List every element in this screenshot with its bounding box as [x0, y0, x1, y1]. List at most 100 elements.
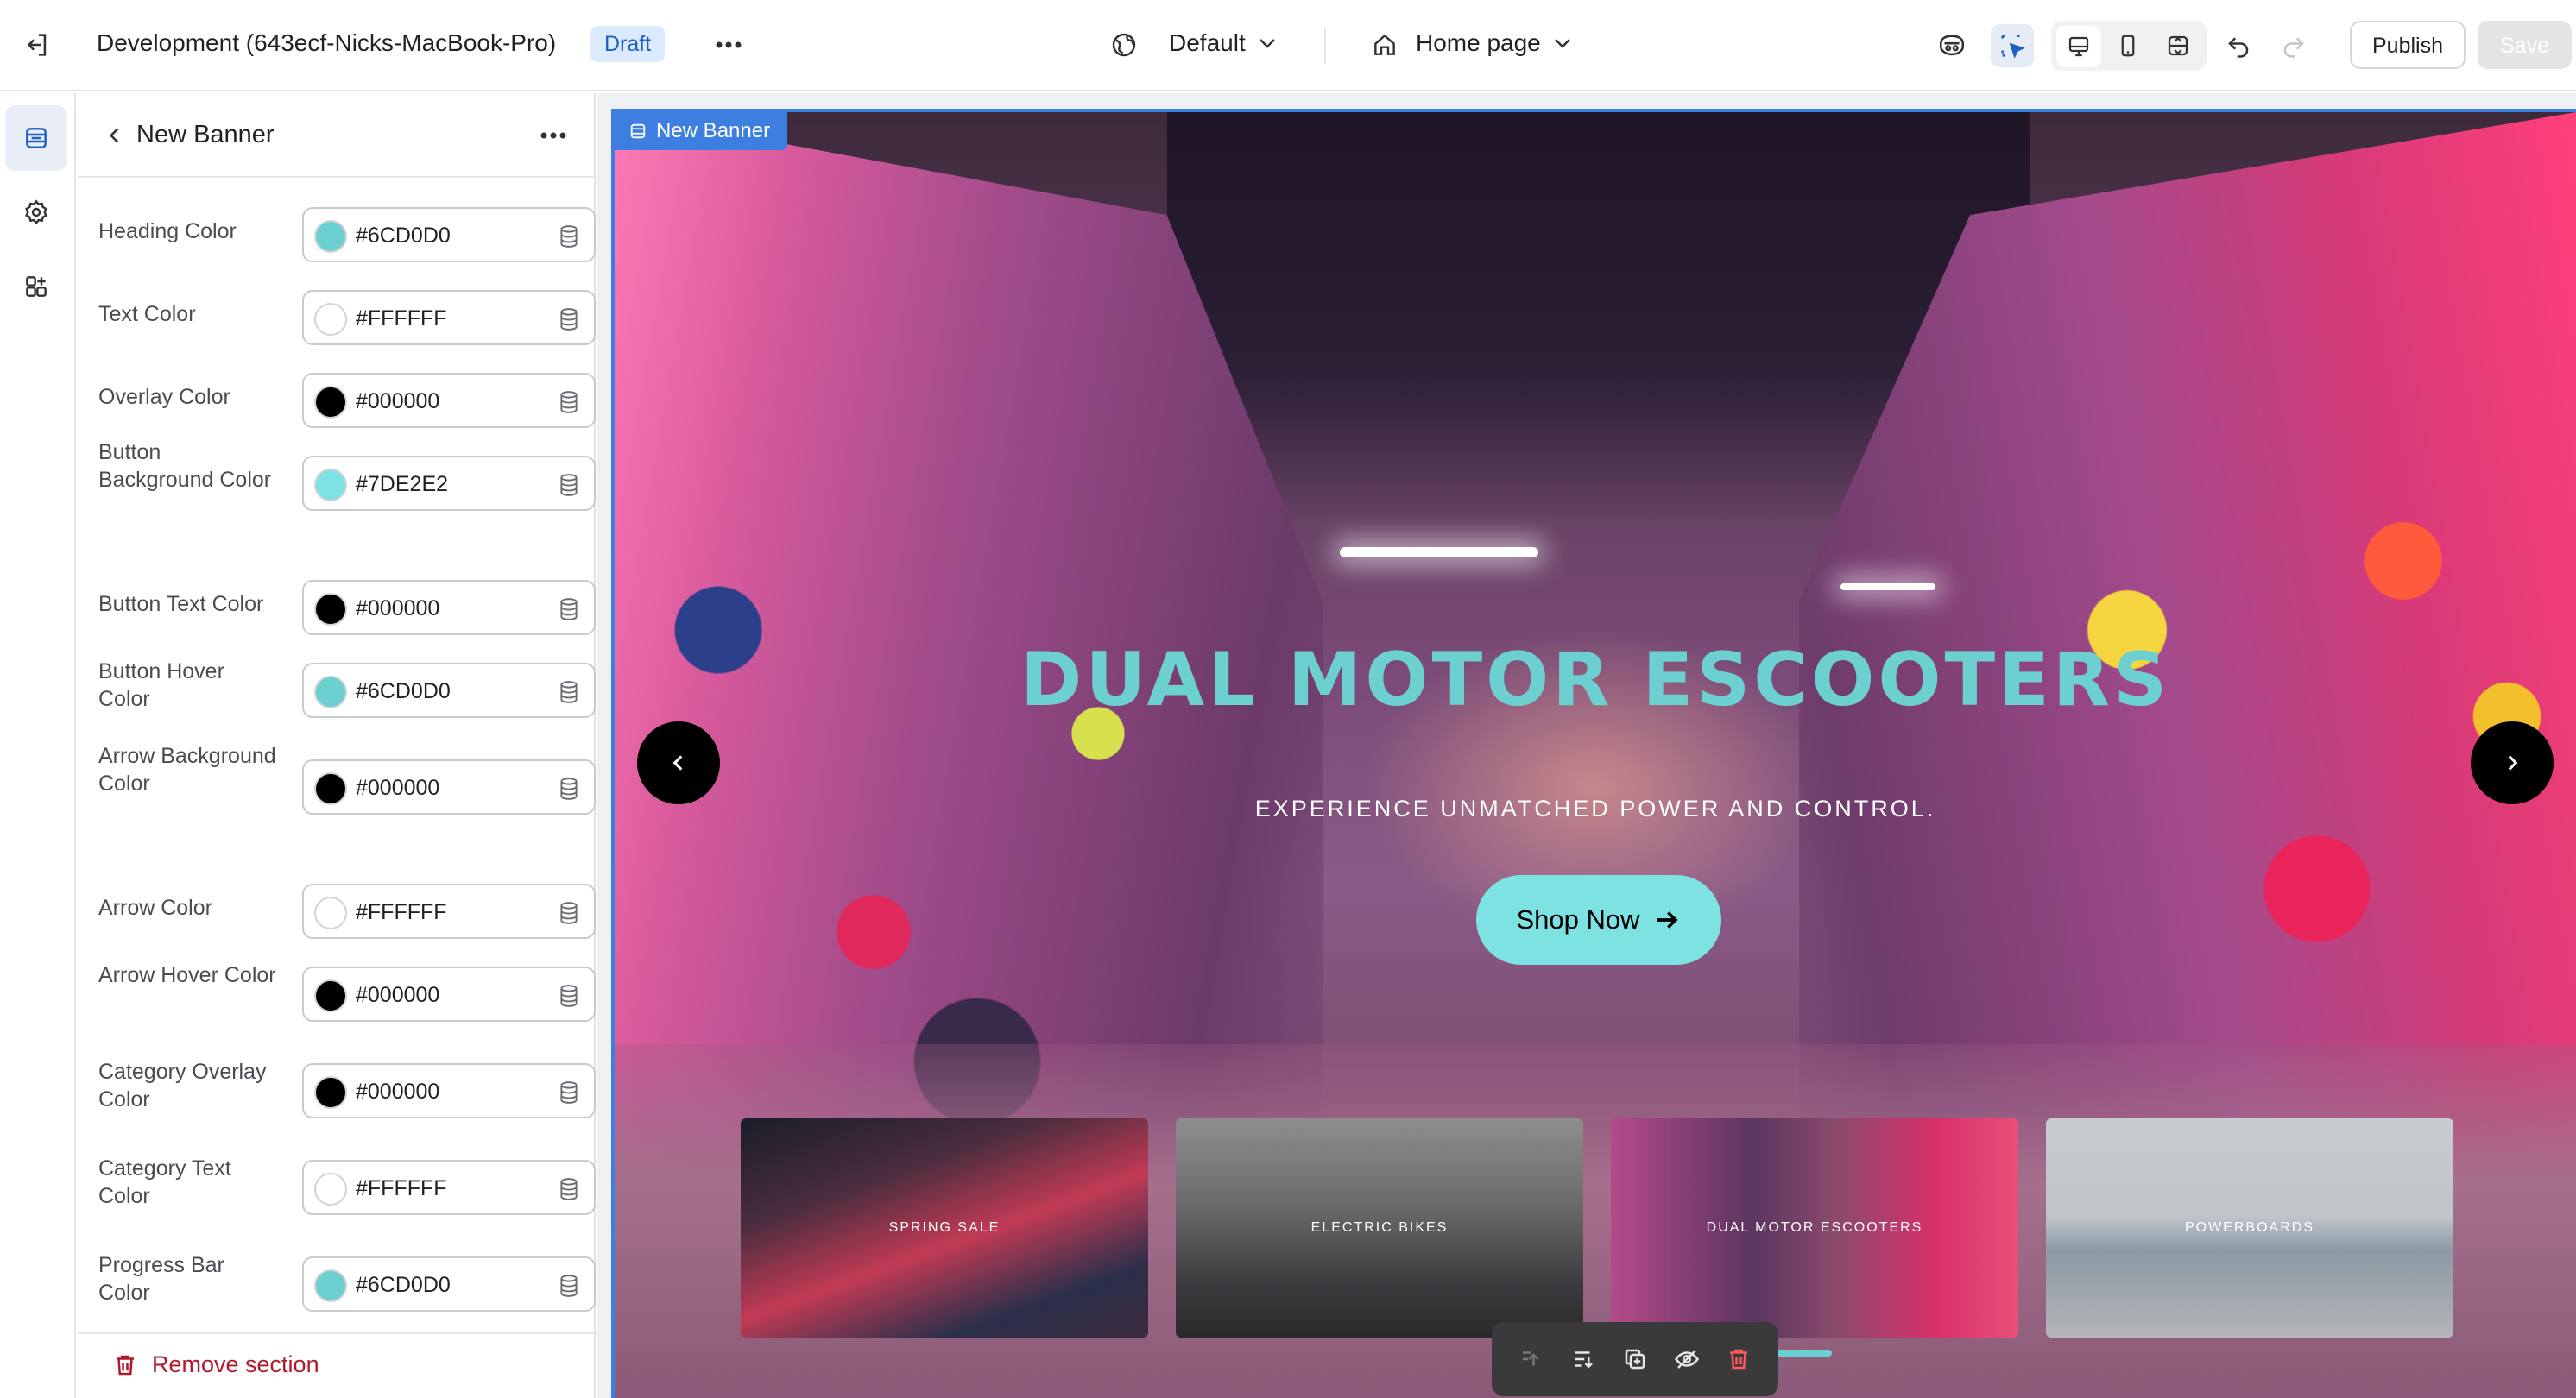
category-card-dual-motor-escooters[interactable]: DUAL MOTOR ESCOOTERS — [1611, 1118, 2018, 1338]
store-title: Development (643ecf-Nicks-MacBook-Pro) — [97, 29, 557, 56]
back-arrow-icon[interactable] — [95, 116, 135, 155]
color-input[interactable]: #000000 — [302, 373, 596, 428]
section-tag-label: New Banner — [656, 119, 771, 142]
color-input[interactable]: #000000 — [302, 580, 596, 635]
category-card-powerboards[interactable]: POWERBOARDS — [2046, 1118, 2453, 1338]
color-swatch[interactable] — [314, 303, 347, 336]
remove-section-button[interactable]: Remove section — [112, 1351, 319, 1378]
slider-next-button[interactable] — [2471, 721, 2554, 804]
color-hex-value[interactable]: #FFFFFF — [356, 306, 447, 331]
delete-icon[interactable] — [1716, 1337, 1761, 1382]
hero-heading: DUAL MOTOR ESCOOTERS — [1020, 637, 2171, 723]
color-swatch[interactable] — [314, 897, 347, 929]
arrow-right-icon — [1652, 905, 1682, 935]
color-hex-value[interactable]: #FFFFFF — [356, 1176, 447, 1201]
duplicate-icon[interactable] — [1613, 1337, 1657, 1382]
dynamic-source-icon[interactable] — [558, 390, 580, 414]
field-label: Progress Bar Color — [98, 1253, 224, 1305]
section-toolbar — [1492, 1322, 1778, 1396]
save-button[interactable]: Save — [2478, 21, 2572, 69]
color-swatch[interactable] — [314, 220, 347, 253]
inspector-icon[interactable] — [1930, 24, 1973, 67]
color-input[interactable]: #7DE2E2 — [302, 456, 596, 511]
page-selector[interactable]: Home page — [1416, 29, 1572, 57]
dynamic-source-icon[interactable] — [558, 984, 580, 1008]
field-label: Button Hover Color — [98, 659, 224, 711]
select-element-icon[interactable] — [1991, 24, 2034, 67]
color-input[interactable]: #FFFFFF — [302, 1160, 596, 1215]
color-swatch[interactable] — [314, 469, 347, 501]
dynamic-source-icon[interactable] — [558, 224, 580, 249]
category-card-spring-sale[interactable]: SPRING SALE — [741, 1118, 1148, 1338]
move-up-icon[interactable] — [1509, 1337, 1554, 1382]
exit-icon[interactable] — [17, 26, 55, 64]
color-swatch[interactable] — [314, 1269, 347, 1302]
dynamic-source-icon[interactable] — [558, 597, 580, 621]
field-label: Category Text Color — [98, 1156, 231, 1208]
top-bar: Development (643ecf-Nicks-MacBook-Pro) D… — [0, 0, 2576, 91]
section-tag[interactable]: New Banner — [615, 112, 788, 150]
color-hex-value[interactable]: #000000 — [356, 1080, 439, 1105]
dynamic-source-icon[interactable] — [558, 901, 580, 925]
color-input[interactable]: #000000 — [302, 759, 596, 815]
dynamic-source-icon[interactable] — [558, 307, 580, 331]
category-card-electric-bikes[interactable]: ELECTRIC BIKES — [1176, 1118, 1583, 1338]
color-input[interactable]: #6CD0D0 — [302, 663, 596, 718]
color-swatch[interactable] — [314, 1173, 347, 1206]
move-down-icon[interactable] — [1561, 1337, 1606, 1382]
color-swatch[interactable] — [314, 593, 347, 626]
color-swatch[interactable] — [314, 676, 347, 708]
chevron-down-icon — [1258, 37, 1277, 49]
trash-icon — [112, 1352, 138, 1378]
slider-prev-button[interactable] — [637, 721, 720, 804]
sidebar-rail — [0, 93, 76, 1398]
gear-icon[interactable] — [5, 179, 67, 245]
color-input[interactable]: #FFFFFF — [302, 884, 596, 939]
dynamic-source-icon[interactable] — [558, 777, 580, 801]
dynamic-source-icon[interactable] — [558, 1177, 580, 1201]
color-swatch[interactable] — [314, 1076, 347, 1109]
category-label: SPRING SALE — [888, 1220, 1001, 1235]
shop-now-button[interactable]: Shop Now — [1476, 875, 1721, 965]
theme-selector-label: Default — [1169, 29, 1246, 56]
hero-subheading: EXPERIENCE UNMATCHED POWER AND CONTROL. — [1254, 796, 1936, 822]
globe-icon[interactable] — [1107, 28, 1141, 62]
desktop-icon[interactable] — [2056, 26, 2101, 67]
dynamic-source-icon[interactable] — [558, 680, 580, 704]
theme-selector[interactable]: Default — [1169, 29, 1277, 57]
color-swatch[interactable] — [314, 386, 347, 419]
color-hex-value[interactable]: #6CD0D0 — [356, 224, 451, 249]
more-options-icon[interactable] — [708, 26, 749, 64]
color-swatch[interactable] — [314, 772, 347, 805]
color-hex-value[interactable]: #000000 — [356, 596, 439, 621]
color-input[interactable]: #6CD0D0 — [302, 207, 596, 262]
color-input[interactable]: #000000 — [302, 1063, 596, 1118]
dynamic-source-icon[interactable] — [558, 473, 580, 497]
mobile-icon[interactable] — [2106, 24, 2150, 67]
color-hex-value[interactable]: #7DE2E2 — [356, 472, 448, 497]
color-swatch[interactable] — [314, 979, 347, 1012]
category-label: POWERBOARDS — [2184, 1220, 2314, 1235]
field-label: Text Color — [98, 302, 196, 326]
color-hex-value[interactable]: #000000 — [356, 983, 439, 1008]
dynamic-source-icon[interactable] — [558, 1080, 580, 1105]
color-hex-value[interactable]: #6CD0D0 — [356, 679, 451, 704]
fullscreen-icon[interactable] — [2156, 24, 2200, 67]
redo-icon[interactable] — [2272, 24, 2315, 67]
dynamic-source-icon[interactable] — [558, 1274, 580, 1298]
color-hex-value[interactable]: #FFFFFF — [356, 900, 447, 925]
banner-section-frame[interactable]: New Banner DUAL MOTOR ESCOOTERS EXPERIEN… — [611, 109, 2576, 1398]
color-input[interactable]: #6CD0D0 — [302, 1256, 596, 1312]
color-input[interactable]: #FFFFFF — [302, 290, 596, 345]
hide-icon[interactable] — [1664, 1337, 1709, 1382]
field-label: Arrow Background Color — [98, 744, 276, 796]
more-options-icon[interactable] — [532, 116, 575, 155]
color-input[interactable]: #000000 — [302, 967, 596, 1022]
apps-icon[interactable] — [5, 254, 67, 319]
color-hex-value[interactable]: #000000 — [356, 776, 439, 801]
color-hex-value[interactable]: #000000 — [356, 389, 439, 414]
color-hex-value[interactable]: #6CD0D0 — [356, 1273, 451, 1298]
publish-button[interactable]: Publish — [2350, 21, 2466, 69]
sections-icon[interactable] — [5, 105, 67, 171]
undo-icon[interactable] — [2217, 24, 2260, 67]
